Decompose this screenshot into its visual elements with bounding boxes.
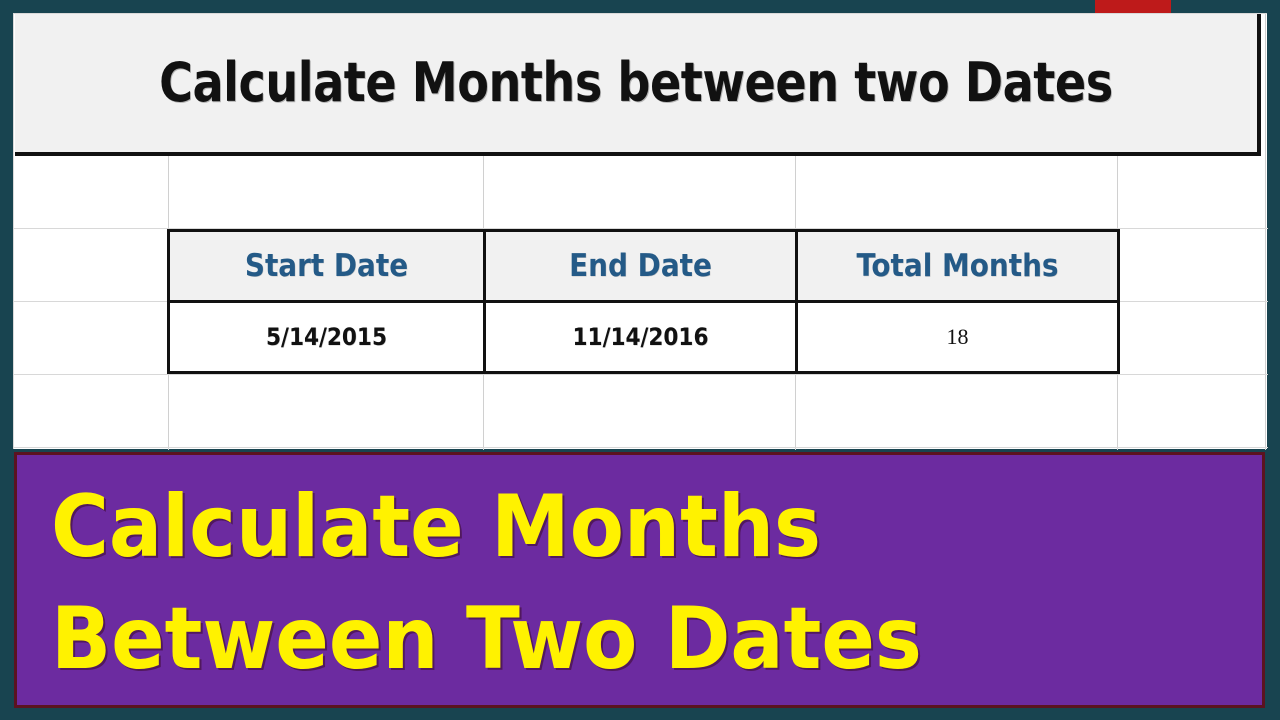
- caption-banner: Calculate Months Between Two Dates: [14, 452, 1265, 708]
- column-header-end-date[interactable]: End Date: [483, 229, 798, 303]
- page-title: Calculate Months between two Dates: [159, 51, 1113, 114]
- cell-total-months-value[interactable]: 18: [795, 300, 1120, 374]
- column-header-start-date[interactable]: Start Date: [167, 229, 486, 303]
- sheet-title-cell[interactable]: Calculate Months between two Dates: [15, 14, 1261, 156]
- spreadsheet-grid[interactable]: Calculate Months between two Dates Start…: [13, 13, 1268, 450]
- cell-end-date-value[interactable]: 11/14/2016: [483, 300, 798, 374]
- caption-line-2: Between Two Dates: [51, 589, 922, 689]
- dates-table[interactable]: Start Date End Date Total Months 5/14/20…: [167, 229, 1120, 374]
- table-row: 5/14/2015 11/14/2016 18: [167, 300, 1120, 374]
- caption-line-1: Calculate Months: [51, 477, 822, 577]
- column-header-total-months[interactable]: Total Months: [795, 229, 1120, 303]
- table-header-row: Start Date End Date Total Months: [167, 229, 1120, 303]
- top-red-tab[interactable]: [1095, 0, 1171, 14]
- grid-row-line: [14, 374, 1268, 375]
- screen-root: Calculate Months between two Dates Start…: [0, 0, 1280, 720]
- grid-column-line: [1265, 14, 1266, 450]
- cell-start-date-value[interactable]: 5/14/2015: [167, 300, 486, 374]
- grid-row-line: [14, 447, 1268, 448]
